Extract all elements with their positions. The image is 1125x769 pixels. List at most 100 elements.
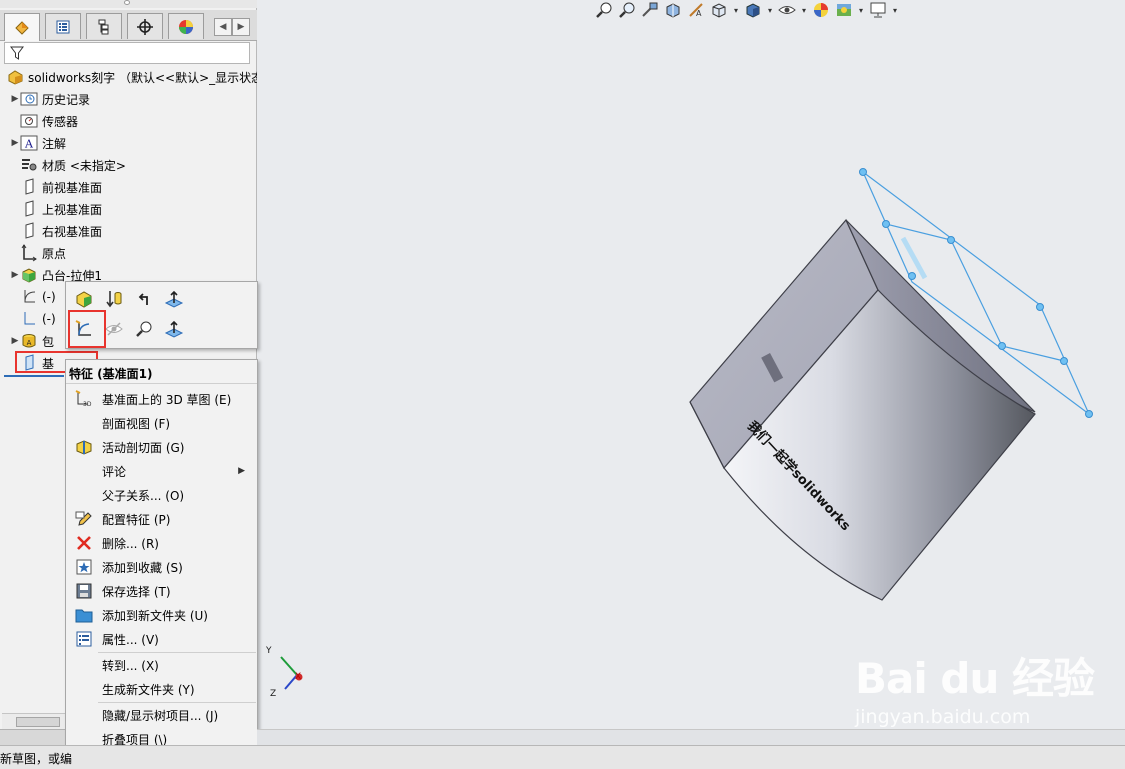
edit-feature-button[interactable] [72, 287, 96, 311]
tree-root-part[interactable]: solidworks刻字 （默认<<默认>_显示状态 [6, 66, 263, 88]
expand-arrow-icon[interactable]: ▶ [10, 336, 20, 346]
tab-dimxpert-manager[interactable] [127, 13, 163, 39]
tree-item-top-plane[interactable]: 上视基准面 [10, 198, 102, 220]
tab-property-manager[interactable] [45, 13, 81, 39]
parent-child-button[interactable] [132, 287, 156, 311]
chevron-down-icon[interactable]: ▾ [800, 6, 808, 15]
triad-z-label: Z [270, 689, 277, 699]
tree-item-annotations[interactable]: ▶ A 注解 [10, 132, 66, 154]
wrap-icon: A [20, 332, 38, 350]
view-settings-button[interactable] [868, 1, 888, 19]
tree-item-history[interactable]: ▶ 历史记录 [10, 88, 90, 110]
previous-view-button[interactable] [640, 1, 660, 19]
zoom-to-area-button[interactable] [617, 1, 637, 19]
normal-to-plane-button[interactable] [162, 317, 186, 341]
view-orientation-icon [712, 3, 726, 18]
menu-item-add-to-new-folder[interactable]: 添加到新文件夹 (U) [66, 603, 257, 627]
tab-scroll-left-button[interactable]: ◀ [214, 18, 232, 36]
display-style-icon [746, 3, 760, 18]
scene-icon [837, 4, 851, 16]
part-icon [6, 68, 24, 86]
annotation-icon: A [20, 134, 38, 152]
chevron-down-icon[interactable]: ▾ [732, 6, 740, 15]
tree-rollback-bar[interactable] [4, 375, 64, 377]
heads-up-view-toolbar: A ▾ ▾ ▾ ▾ ▾ [594, 0, 899, 20]
triad-x-label: X [295, 672, 302, 682]
chevron-down-icon[interactable]: ▾ [857, 6, 865, 15]
zoom-to-area-icon [619, 2, 635, 18]
tree-item-sketch-2[interactable]: (-) [10, 308, 56, 330]
edit-appearance-button[interactable] [811, 1, 831, 19]
menu-item-configure-feature[interactable]: 配置特征 (P) [66, 507, 257, 531]
menu-item-delete[interactable]: 删除... (R) [66, 531, 257, 555]
zoom-to-fit-icon [596, 2, 612, 18]
display-style-button[interactable] [743, 1, 763, 19]
status-text: 新草图，或编 [0, 752, 73, 766]
tree-item-right-plane[interactable]: 右视基准面 [10, 220, 102, 242]
menu-item-create-new-folder[interactable]: 生成新文件夹 (Y) [66, 677, 257, 701]
menu-item-add-to-favorites[interactable]: 添加到收藏 (S) [66, 555, 257, 579]
edit-feature-icon [76, 291, 92, 308]
section-view-button[interactable] [663, 1, 683, 19]
tree-item-front-plane[interactable]: 前视基准面 [10, 176, 102, 198]
submenu-arrow-icon: ▶ [238, 466, 245, 476]
rollback-icon [106, 291, 122, 308]
hide-show-items-button[interactable] [777, 1, 797, 19]
menu-item-live-section-plane[interactable]: 活动剖切面 (G) [66, 435, 257, 459]
menu-item-properties[interactable]: 属性... (V) [66, 627, 257, 651]
watermark-url: jingyan.baidu.com [855, 706, 1031, 728]
rollback-button[interactable] [102, 287, 126, 311]
normal-to-button[interactable] [162, 287, 186, 311]
tab-scroll-right-button[interactable]: ▶ [232, 18, 250, 36]
expand-arrow-icon[interactable]: ▶ [10, 94, 20, 104]
previous-view-icon [642, 2, 658, 17]
appearance-icon [814, 3, 828, 17]
context-toolbar [65, 281, 258, 349]
menu-item-3d-sketch-on-plane[interactable]: 3D 基准面上的 3D 草图 (E) [66, 387, 257, 411]
dynamic-annotation-button[interactable]: A [686, 1, 706, 19]
eye-icon [778, 6, 796, 14]
section-plane-icon [66, 435, 102, 459]
tab-configuration-manager[interactable] [86, 13, 122, 39]
pencil-icon [66, 507, 102, 531]
tree-item-wrap[interactable]: ▶ A 包 [10, 330, 54, 352]
chevron-down-icon[interactable]: ▾ [766, 6, 774, 15]
properties-icon [66, 627, 102, 651]
menu-item-parent-child[interactable]: 父子关系... (O) [66, 483, 257, 507]
tab-feature-manager[interactable] [4, 13, 40, 41]
graphics-bottom-strip [257, 729, 1125, 746]
expand-arrow-icon[interactable]: ▶ [10, 270, 20, 280]
3d-sketch-icon: 3D [66, 387, 102, 411]
tree-item-material[interactable]: 材质 <未指定> [10, 154, 126, 176]
svg-text:3D: 3D [83, 401, 92, 408]
sensor-icon [20, 112, 38, 130]
menu-item-section-view[interactable]: 剖面视图 (F) [66, 411, 257, 435]
menu-item-go-to[interactable]: 转到... (X) [66, 653, 257, 677]
panel-grip[interactable] [0, 0, 257, 8]
expand-arrow-icon[interactable]: ▶ [10, 138, 20, 148]
plane-icon [20, 222, 38, 240]
apply-scene-button[interactable] [834, 1, 854, 19]
tree-item-sketch-1[interactable]: (-) [10, 286, 56, 308]
plane-icon [20, 200, 38, 218]
tree-item-sensors[interactable]: 传感器 [10, 110, 78, 132]
zoom-to-fit-button[interactable] [594, 1, 614, 19]
tab-display-manager[interactable] [168, 13, 204, 39]
folder-icon [66, 603, 102, 627]
chevron-down-icon[interactable]: ▾ [891, 6, 899, 15]
view-orientation-button[interactable] [709, 1, 729, 19]
tree-item-origin[interactable]: 原点 [10, 242, 66, 264]
display-manager-icon [179, 19, 193, 34]
menu-item-hide-show-tree-items[interactable]: 隐藏/显示树项目... (J) [66, 703, 257, 727]
tree-filter-input[interactable] [4, 42, 250, 64]
menu-item-save-selection[interactable]: 保存选择 (T) [66, 579, 257, 603]
zoom-to-selection-button[interactable] [132, 317, 156, 341]
panel-tab-bar: ◀ ▶ [0, 10, 257, 41]
plane-icon [20, 178, 38, 196]
configuration-manager-icon [98, 19, 109, 34]
boss-extrude-icon [20, 266, 38, 284]
svg-text:A: A [24, 138, 34, 151]
triad-y-label: Y [266, 646, 272, 656]
graphics-area[interactable] [257, 0, 1125, 729]
menu-item-comment[interactable]: 评论 ▶ [66, 459, 257, 483]
